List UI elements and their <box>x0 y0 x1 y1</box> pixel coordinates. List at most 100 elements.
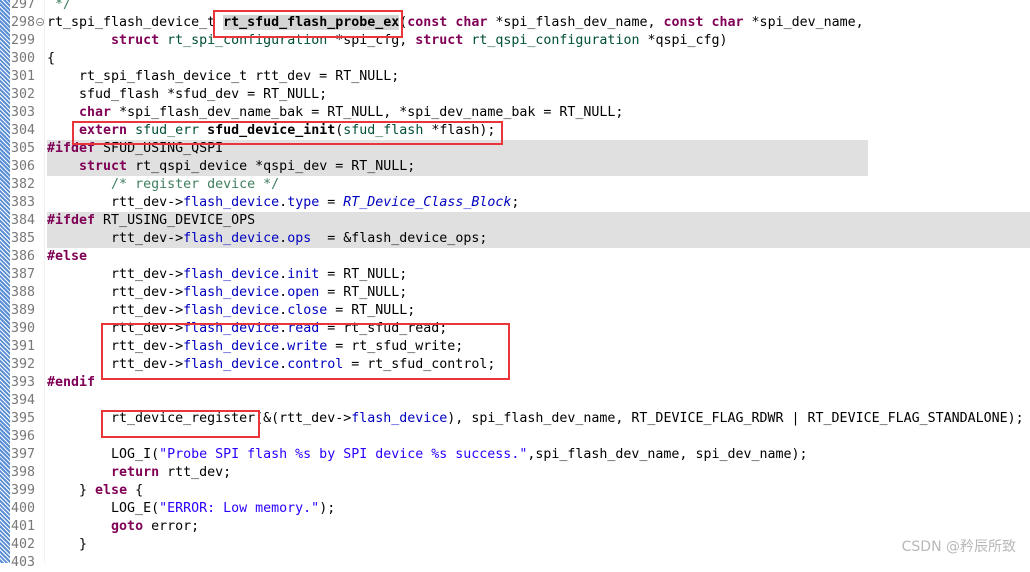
code-line[interactable]: 392 rtt_dev->flash_device.control = rt_s… <box>0 356 1030 374</box>
code-line[interactable]: 399 } else { <box>0 482 1030 500</box>
code-editor[interactable]: 297 */298− rt_spi_flash_device_t rt_sfud_… <box>0 0 1030 570</box>
code-token: close <box>287 303 328 318</box>
code-line[interactable]: 397 LOG_I("Probe SPI flash %s by SPI dev… <box>0 446 1030 464</box>
code-line[interactable]: 387 rtt_dev->flash_device.init = RT_NULL… <box>0 266 1030 284</box>
code-line[interactable]: 400 LOG_E("ERROR: Low memory."); <box>0 500 1030 518</box>
code-text: return rtt_dev; <box>47 464 1030 482</box>
code-text: rtt_dev->flash_device.write = rt_sfud_wr… <box>47 338 1030 356</box>
code-token: SFUD_USING_QSPI <box>95 141 224 156</box>
code-text: goto error; <box>47 518 1030 536</box>
code-token: type <box>287 195 320 210</box>
code-line[interactable]: 306 struct rt_qspi_device *qspi_dev = RT… <box>0 158 1030 176</box>
code-line[interactable]: 298− rt_spi_flash_device_t rt_sfud_flash_… <box>0 14 1030 32</box>
code-line[interactable]: 386 #else <box>0 248 1030 266</box>
code-line[interactable]: 383 rtt_dev->flash_device.type = RT_Devi… <box>0 194 1030 212</box>
code-token: flash_device <box>183 357 280 372</box>
code-line[interactable]: 402 } <box>0 536 1030 554</box>
code-line[interactable]: 396 <box>0 428 1030 446</box>
code-text: extern sfud_err sfud_device_init(sfud_fl… <box>47 122 1030 140</box>
line-number: 303 <box>11 105 36 120</box>
code-line[interactable]: 403 <box>0 554 1030 572</box>
code-line[interactable]: 398 return rtt_dev; <box>0 464 1030 482</box>
code-text: /* register device */ <box>47 176 1030 194</box>
code-line[interactable]: 302 sfud_flash *sfud_dev = RT_NULL; <box>0 86 1030 104</box>
code-token: rt_device_register(&(rtt_dev-> <box>47 411 352 426</box>
code-token: = rt_sfud_control; <box>343 357 496 372</box>
code-text: #else <box>47 248 1030 266</box>
code-line[interactable]: 382 /* register device */ <box>0 176 1030 194</box>
code-token: *flash); <box>423 123 496 138</box>
code-token: . <box>279 195 288 210</box>
code-token: rtt_dev-> <box>47 285 184 300</box>
code-token: } <box>47 537 88 552</box>
code-line[interactable]: 393 #endif <box>0 374 1030 392</box>
code-line[interactable]: 297 */ <box>0 0 1030 14</box>
code-line[interactable]: 304 extern sfud_err sfud_device_init(sfu… <box>0 122 1030 140</box>
line-number: 388 <box>11 285 36 300</box>
code-token: open <box>287 285 320 300</box>
code-text: struct rt_qspi_device *qspi_dev = RT_NUL… <box>47 158 1030 176</box>
code-line[interactable]: 395 rt_device_register(&(rtt_dev->flash_… <box>0 410 1030 428</box>
code-token: goto <box>111 519 144 534</box>
code-line[interactable]: 299 struct rt_spi_configuration *spi_cfg… <box>0 32 1030 50</box>
code-line[interactable]: 300 { <box>0 50 1030 68</box>
line-number: 402 <box>11 537 36 552</box>
code-line[interactable]: 384 #ifdef RT_USING_DEVICE_OPS <box>0 212 1030 230</box>
code-token: flash_device <box>183 303 280 318</box>
code-line[interactable]: 303 char *spi_flash_dev_name_bak = RT_NU… <box>0 104 1030 122</box>
code-line[interactable]: 391 rtt_dev->flash_device.write = rt_sfu… <box>0 338 1030 356</box>
code-line[interactable]: 390 rtt_dev->flash_device.read = rt_sfud… <box>0 320 1030 338</box>
code-text: sfud_flash *sfud_dev = RT_NULL; <box>47 86 1030 104</box>
line-number: 385 <box>11 231 36 246</box>
code-token: ops <box>287 231 312 246</box>
line-number: 390 <box>11 321 36 336</box>
code-line[interactable]: 389 rtt_dev->flash_device.close = RT_NUL… <box>0 302 1030 320</box>
line-number: 299 <box>11 33 36 48</box>
code-token: RT_Device_Class_Block <box>343 195 512 210</box>
code-token: read <box>287 321 320 336</box>
code-line[interactable]: 401 goto error; <box>0 518 1030 536</box>
code-text: rtt_dev->flash_device.type = RT_Device_C… <box>47 194 1030 212</box>
line-number: 382 <box>11 177 36 192</box>
code-token: char <box>711 15 744 30</box>
line-number: 396 <box>11 429 36 444</box>
code-line[interactable]: 305 #ifdef SFUD_USING_QSPI <box>0 140 1030 158</box>
line-number: 301 <box>11 69 36 84</box>
code-token: rtt_dev-> <box>47 195 184 210</box>
line-number: 391 <box>11 339 36 354</box>
code-token: . <box>279 231 288 246</box>
line-number: 300 <box>11 51 36 66</box>
code-token: #endif <box>47 375 96 390</box>
code-token: rt_spi_flash_device_t rtt_dev = RT_NULL; <box>47 69 400 84</box>
code-token: . <box>279 357 288 372</box>
code-token: ,spi_flash_dev_name, spi_dev_name); <box>527 447 808 462</box>
line-number: 306 <box>11 159 36 174</box>
code-text: { <box>47 50 1030 68</box>
line-number: 383 <box>11 195 36 210</box>
code-token: sfud_flash *sfud_dev = RT_NULL; <box>47 87 328 102</box>
code-token: extern <box>79 123 128 138</box>
code-token: rt_spi_flash_device_t <box>47 15 224 30</box>
code-token: } <box>47 483 96 498</box>
code-line[interactable]: 385 rtt_dev->flash_device.ops = &flash_d… <box>0 230 1030 248</box>
code-token: sfud_flash <box>343 123 424 138</box>
code-line[interactable]: 301 rt_spi_flash_device_t rtt_dev = RT_N… <box>0 68 1030 86</box>
code-line[interactable]: 388 rtt_dev->flash_device.open = RT_NULL… <box>0 284 1030 302</box>
code-token: sfud_device_init <box>207 123 336 138</box>
code-token: char <box>455 15 488 30</box>
code-token: { <box>127 483 144 498</box>
code-line[interactable]: 394 <box>0 392 1030 410</box>
fold-collapse-icon[interactable]: − <box>36 18 44 27</box>
line-number: 393 <box>11 375 36 390</box>
line-number: 304 <box>11 123 36 138</box>
